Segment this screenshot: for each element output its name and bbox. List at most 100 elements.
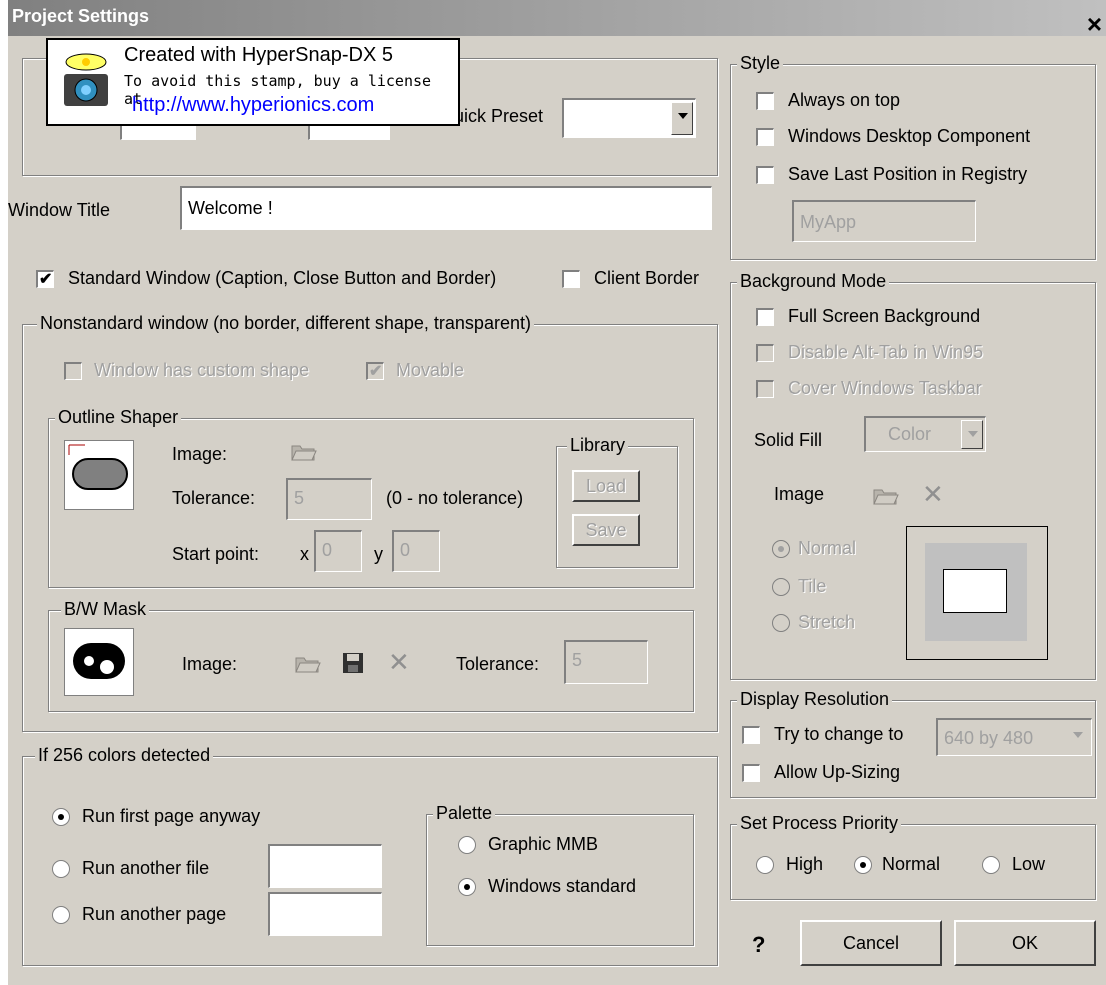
bw-mask-legend: B/W Mask [61, 599, 150, 620]
normal-radio[interactable] [772, 540, 790, 558]
outline-image-label: Image: [172, 444, 228, 464]
priority-low-label: Low [1012, 854, 1046, 874]
check-icon: ✔ [39, 271, 53, 288]
solid-fill-label: Solid Fill [754, 430, 823, 450]
tolerance-hint: (0 - no tolerance) [386, 488, 524, 508]
save-position-label: Save Last Position in Registry [788, 164, 1028, 184]
normal-label: Normal [798, 538, 857, 558]
open-folder-icon[interactable] [294, 652, 322, 679]
custom-shape-checkbox[interactable] [64, 362, 82, 380]
stretch-radio[interactable] [772, 614, 790, 632]
priority-high-label: High [786, 854, 824, 874]
preview-window [943, 569, 1007, 613]
background-preview [906, 526, 1048, 660]
mask-tolerance-input[interactable]: 5 [564, 640, 648, 684]
always-on-top-checkbox[interactable] [756, 92, 774, 110]
windows-standard-radio[interactable] [458, 878, 476, 896]
save-position-checkbox[interactable] [756, 166, 774, 184]
start-x-value: 0 [322, 540, 333, 560]
open-folder-icon[interactable] [290, 440, 318, 467]
open-folder-icon[interactable] [872, 484, 900, 511]
outline-tolerance-value: 5 [294, 488, 305, 508]
help-icon[interactable]: ? [752, 932, 765, 958]
registry-key-input[interactable]: MyApp [792, 200, 976, 242]
start-x-label: x [300, 544, 309, 564]
mask-tolerance-label: Tolerance: [456, 654, 540, 674]
priority-normal-radio[interactable] [854, 856, 872, 874]
shape-preview-icon [68, 444, 128, 490]
ok-button[interactable]: OK [954, 920, 1096, 966]
stamp-line1: Created with HyperSnap-DX 5 [124, 44, 394, 66]
window-title-input[interactable]: Welcome ! [180, 186, 712, 230]
disable-alt-tab-label: Disable Alt-Tab in Win95 [788, 342, 984, 362]
full-screen-checkbox[interactable] [756, 308, 774, 326]
movable-label: Movable [396, 360, 465, 380]
chevron-down-icon[interactable] [1067, 722, 1089, 753]
window-title: Project Settings [12, 6, 150, 26]
palette-legend: Palette [433, 803, 496, 824]
run-first-radio[interactable] [52, 808, 70, 826]
graphic-mmb-label: Graphic MMB [488, 834, 599, 854]
client-border-checkbox[interactable] [562, 270, 580, 288]
window-title-label: Window Title [8, 200, 111, 220]
run-first-label: Run first page anyway [82, 806, 261, 826]
chevron-down-icon[interactable] [671, 102, 693, 135]
save-disk-icon[interactable] [342, 652, 364, 679]
tile-radio[interactable] [772, 578, 790, 596]
solid-fill-combo[interactable]: Color [864, 416, 986, 452]
background-image-label: Image [774, 484, 825, 504]
desktop-component-checkbox[interactable] [756, 128, 774, 146]
library-legend: Library [567, 435, 629, 456]
tile-label: Tile [798, 576, 827, 596]
radio-dot [58, 814, 64, 820]
run-file-input[interactable] [268, 844, 382, 888]
standard-window-checkbox[interactable]: ✔ [36, 270, 54, 288]
movable-checkbox[interactable]: ✔ [366, 362, 384, 380]
start-point-label: Start point: [172, 544, 260, 564]
try-change-checkbox[interactable] [742, 726, 760, 744]
close-icon[interactable]: × [1087, 11, 1102, 37]
priority-low-radio[interactable] [982, 856, 1000, 874]
style-legend: Style [737, 53, 784, 74]
always-on-top-label: Always on top [788, 90, 901, 110]
outline-shaper-legend: Outline Shaper [55, 407, 182, 428]
resolution-value: 640 by 480 [944, 728, 1034, 748]
stretch-label: Stretch [798, 612, 856, 632]
start-x-input[interactable]: 0 [314, 530, 362, 572]
quick-preset-label: uick Preset [454, 106, 544, 126]
chevron-down-icon[interactable] [961, 420, 983, 449]
cancel-button[interactable]: Cancel [800, 920, 942, 966]
run-file-radio[interactable] [52, 860, 70, 878]
registry-key-value: MyApp [800, 212, 857, 232]
priority-normal-label: Normal [882, 854, 941, 874]
save-button[interactable]: Save [572, 514, 640, 546]
start-y-label: y [374, 544, 383, 564]
run-page-radio[interactable] [52, 906, 70, 924]
title-bar: Project Settings × [8, 0, 1106, 37]
check-icon: ✔ [369, 363, 383, 380]
close-icon[interactable]: ✕ [388, 649, 410, 675]
radio-dot [464, 884, 470, 890]
resolution-combo[interactable]: 640 by 480 [936, 718, 1092, 756]
preview-screen [925, 543, 1027, 641]
cover-taskbar-checkbox[interactable] [756, 380, 774, 398]
disable-alt-tab-checkbox[interactable] [756, 344, 774, 362]
stamp-link[interactable]: http://www.hyperionics.com [132, 94, 374, 117]
outline-tolerance-input[interactable]: 5 [286, 478, 372, 520]
run-file-label: Run another file [82, 858, 210, 878]
quick-preset-combo[interactable] [562, 98, 696, 138]
priority-high-radio[interactable] [756, 856, 774, 874]
project-settings-dialog: Project Settings × uick Preset Window Ti… [8, 0, 1106, 985]
allow-upsizing-label: Allow Up-Sizing [774, 762, 901, 782]
camera-icon [58, 50, 114, 119]
start-y-input[interactable]: 0 [392, 530, 440, 572]
allow-upsizing-checkbox[interactable] [742, 764, 760, 782]
run-page-input[interactable] [268, 892, 382, 936]
process-priority-legend: Set Process Priority [737, 813, 902, 834]
cover-taskbar-label: Cover Windows Taskbar [788, 378, 982, 398]
load-button[interactable]: Load [572, 470, 640, 502]
close-icon[interactable]: ✕ [922, 481, 944, 507]
standard-window-label: Standard Window (Caption, Close Button a… [68, 268, 497, 288]
bw-mask-thumbnail [64, 628, 134, 696]
graphic-mmb-radio[interactable] [458, 836, 476, 854]
